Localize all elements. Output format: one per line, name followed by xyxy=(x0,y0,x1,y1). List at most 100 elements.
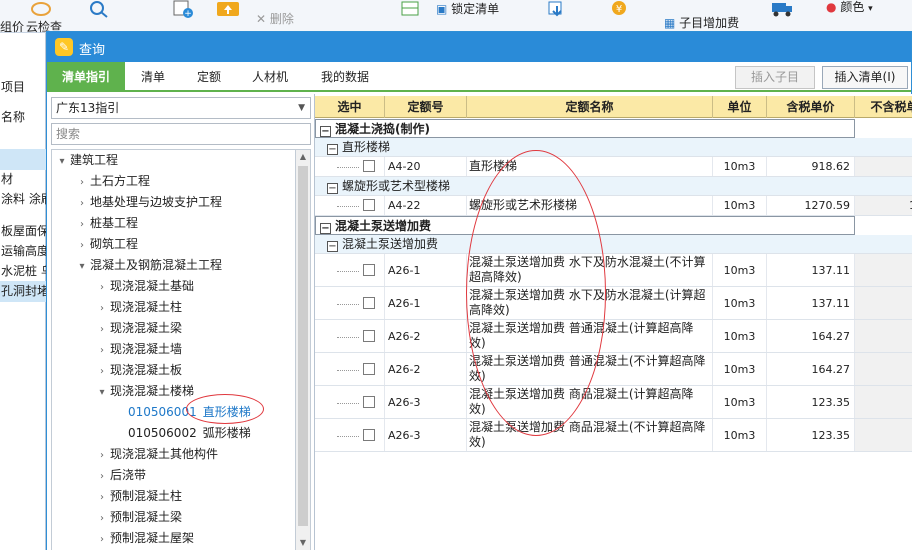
col-header-name[interactable]: 定额名称 xyxy=(467,96,713,118)
chevron-right-icon[interactable]: › xyxy=(94,445,110,466)
tree-node[interactable]: ▾ 建筑工程 xyxy=(54,150,118,171)
table-row[interactable]: A4-22螺旋形或艺术形楼梯10m31270.59130 xyxy=(315,196,912,216)
col-header-unit[interactable]: 单位 xyxy=(713,96,767,118)
tab-quota[interactable]: 定额 xyxy=(181,62,237,92)
chevron-down-icon[interactable]: ▾ xyxy=(74,256,90,277)
tree-node[interactable]: › 地基处理与边坡支护工程 xyxy=(74,192,222,213)
tree-node[interactable]: › 现浇混凝土墙 xyxy=(94,339,182,360)
chevron-right-icon[interactable]: › xyxy=(94,340,110,361)
chevron-right-icon[interactable]: › xyxy=(74,172,90,193)
search-icon[interactable] xyxy=(88,0,110,18)
row-checkbox[interactable] xyxy=(363,363,375,375)
bg-row[interactable]: 材 xyxy=(0,169,46,190)
chevron-right-icon[interactable]: › xyxy=(94,319,110,340)
grid-group-row[interactable]: − 混凝土泵送增加费 xyxy=(315,235,912,254)
tab-labor-material[interactable]: 人材机 xyxy=(237,62,303,92)
chevron-right-icon[interactable]: › xyxy=(74,214,90,235)
tree-node[interactable]: › 现浇混凝土柱 xyxy=(94,297,182,318)
col-header-select[interactable]: 选中 xyxy=(315,96,385,118)
table-row[interactable]: A26-2混凝土泵送增加费 普通混凝土(计算超高降效)10m3164.2714 xyxy=(315,320,912,353)
col-header-notax-price[interactable]: 不含税单 xyxy=(855,96,912,118)
chevron-down-icon[interactable]: ▾ xyxy=(54,151,70,172)
row-checkbox[interactable] xyxy=(363,160,375,172)
download-icon[interactable] xyxy=(546,0,568,18)
row-checkbox[interactable] xyxy=(363,396,375,408)
chevron-right-icon[interactable]: › xyxy=(74,193,90,214)
grid-group-row[interactable]: − 混凝土泵送增加费 xyxy=(315,216,855,235)
table-row[interactable]: A26-3混凝土泵送增加费 商品混凝土(计算超高降效)10m3123.3511 xyxy=(315,386,912,419)
chevron-right-icon[interactable]: › xyxy=(94,529,110,550)
table-row[interactable]: A26-3混凝土泵送增加费 商品混凝土(不计算超高降效)10m3123.3511 xyxy=(315,419,912,452)
collapse-icon[interactable]: − xyxy=(327,144,338,155)
table-row[interactable]: A26-2混凝土泵送增加费 普通混凝土(不计算超高降效)10m3164.2714 xyxy=(315,353,912,386)
bg-row[interactable]: 涂料 涂刷 xyxy=(0,189,46,210)
tree-node[interactable]: 010506002 弧形楼梯 xyxy=(128,423,251,444)
ribbon-lock-list[interactable]: ▣ 锁定清单 xyxy=(436,0,499,17)
tree-node[interactable]: › 预制混凝土梁 xyxy=(94,507,182,528)
ribbon-color[interactable]: ● 颜色 ▾ xyxy=(826,0,873,15)
chevron-right-icon[interactable]: › xyxy=(94,298,110,319)
tree-node[interactable]: ▾ 混凝土及钢筋混凝土工程 xyxy=(74,255,222,276)
table-row[interactable]: A26-1 混凝土泵送增加费 水下及防水混凝土(计算超高降效) 10m3 137.11… xyxy=(315,287,912,320)
scroll-up-icon[interactable]: ▲ xyxy=(296,150,310,164)
table-row[interactable]: A4-20直形楼梯10m3918.6294 xyxy=(315,157,912,177)
tree-node[interactable]: › 后浇带 xyxy=(94,465,146,486)
tree-scrollbar[interactable]: ▲ ▼ xyxy=(295,149,311,550)
bg-row[interactable] xyxy=(0,149,46,170)
grid-group-row[interactable]: − 混凝土浇捣(制作) xyxy=(315,119,855,138)
tab-list[interactable]: 清单 xyxy=(125,62,181,92)
row-checkbox[interactable] xyxy=(363,429,375,441)
tree-node[interactable]: › 土石方工程 xyxy=(74,171,150,192)
tree-node[interactable]: › 现浇混凝土其他构件 xyxy=(94,444,218,465)
chevron-down-icon[interactable]: ▾ xyxy=(94,382,110,403)
tree-node[interactable]: › 桩基工程 xyxy=(74,213,138,234)
collapse-icon[interactable]: − xyxy=(327,183,338,194)
tree-node[interactable]: › 砌筑工程 xyxy=(74,234,138,255)
collapse-icon[interactable]: − xyxy=(327,241,338,252)
row-checkbox[interactable] xyxy=(363,199,375,211)
row-checkbox[interactable] xyxy=(363,297,375,309)
tree-node[interactable]: › 预制混凝土屋架 xyxy=(94,528,194,549)
tree-node[interactable]: › 现浇混凝土基础 xyxy=(94,276,194,297)
chevron-right-icon[interactable]: › xyxy=(94,466,110,487)
bg-row[interactable]: 水泥桩 乌 xyxy=(0,261,46,282)
add-icon[interactable]: + xyxy=(172,0,194,19)
table-row[interactable]: A26-1 混凝土泵送增加费 水下及防水混凝土(不计算超高降效) 10m3 137.1… xyxy=(315,254,912,287)
collapse-icon[interactable]: − xyxy=(320,223,331,234)
grid-group-row[interactable]: − 螺旋形或艺术型楼梯 xyxy=(315,177,912,196)
grid-group-row[interactable]: − 直形楼梯 xyxy=(315,138,912,157)
col-header-code[interactable]: 定额号 xyxy=(385,96,467,118)
collapse-icon[interactable]: − xyxy=(320,126,331,137)
tree-node[interactable]: › 现浇混凝土板 xyxy=(94,360,182,381)
tree-node[interactable]: 010506001 直形楼梯 xyxy=(128,402,251,423)
insert-list-button[interactable]: 插入清单(I) xyxy=(822,66,908,89)
chevron-right-icon[interactable]: › xyxy=(94,508,110,529)
tab-my-data[interactable]: 我的数据 xyxy=(303,62,387,92)
dialog-titlebar[interactable]: ✎ 查询 xyxy=(47,32,911,62)
ribbon-delete-button[interactable]: ✕ 删除 xyxy=(256,10,294,27)
ribbon-sub-add-fee[interactable]: ▦ 子目增加费 xyxy=(664,14,739,31)
search-input[interactable]: 搜索 xyxy=(51,123,311,145)
scroll-down-icon[interactable]: ▼ xyxy=(296,536,310,550)
tree-node[interactable]: ▾ 现浇混凝土楼梯 xyxy=(94,381,194,402)
upload-icon[interactable] xyxy=(216,0,239,18)
chevron-right-icon[interactable]: › xyxy=(74,235,90,256)
bg-row[interactable]: 运输高度 xyxy=(0,241,46,262)
coin-icon[interactable]: ¥ xyxy=(608,0,630,18)
row-checkbox[interactable] xyxy=(363,264,375,276)
col-header-tax-price[interactable]: 含税单价 xyxy=(767,96,855,118)
tab-list-guide[interactable]: 清单指引 xyxy=(47,62,125,92)
scrollbar-thumb[interactable] xyxy=(298,166,308,526)
tree-node[interactable]: › 现浇混凝土梁 xyxy=(94,318,182,339)
chevron-right-icon[interactable]: › xyxy=(94,277,110,298)
insert-sub-button[interactable]: 插入子目 xyxy=(735,66,815,89)
region-select[interactable]: 广东13指引 ▼ xyxy=(51,97,311,119)
row-checkbox[interactable] xyxy=(363,330,375,342)
grid-icon[interactable] xyxy=(400,0,422,18)
truck-icon[interactable] xyxy=(770,0,792,18)
bg-row[interactable]: 孔洞封堵 xyxy=(0,281,46,302)
tree-node[interactable]: › 预制混凝土柱 xyxy=(94,486,182,507)
chevron-right-icon[interactable]: › xyxy=(94,361,110,382)
chevron-right-icon[interactable]: › xyxy=(94,487,110,508)
bg-row[interactable]: 板屋面保 xyxy=(0,221,46,242)
